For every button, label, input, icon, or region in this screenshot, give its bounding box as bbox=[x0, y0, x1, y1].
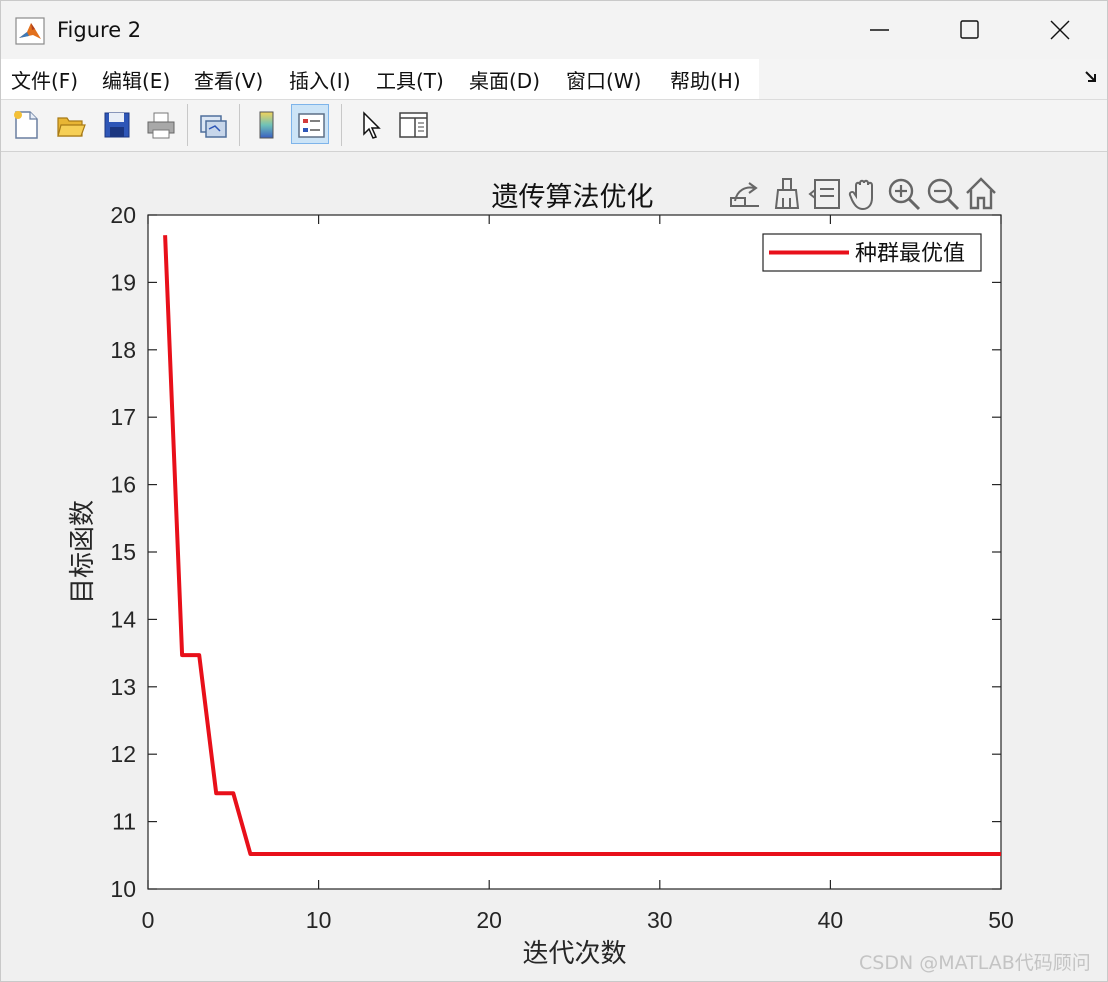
plot-area bbox=[148, 215, 1001, 889]
save-button[interactable] bbox=[97, 104, 135, 144]
pointer-button[interactable] bbox=[351, 104, 389, 144]
menu-bar-filler bbox=[759, 59, 1107, 99]
minimize-button[interactable] bbox=[835, 1, 925, 59]
maximize-icon bbox=[960, 20, 979, 39]
colorbar-button[interactable] bbox=[247, 104, 285, 144]
x-tick-label: 20 bbox=[476, 907, 502, 933]
figure-canvas[interactable]: 0 10 20 30 40 50 10 11 12 13 14 15 16 17 18 19 20 遗传算法优化迭… bbox=[1, 152, 1107, 981]
menu-view[interactable]: 查看(V) bbox=[194, 65, 263, 94]
new-figure-icon bbox=[14, 111, 38, 139]
close-button[interactable] bbox=[1015, 1, 1105, 59]
window-title: Figure 2 bbox=[57, 18, 142, 42]
x-tick-label: 40 bbox=[818, 907, 844, 933]
menu-desktop[interactable]: 桌面(D) bbox=[469, 65, 540, 94]
link-plot-button[interactable] bbox=[193, 104, 231, 144]
y-tick-label: 20 bbox=[110, 202, 136, 228]
matlab-logo-icon bbox=[15, 17, 45, 45]
y-tick-label: 16 bbox=[110, 472, 136, 498]
toolbar-separator bbox=[341, 104, 342, 146]
dock-figure-icon[interactable] bbox=[1083, 69, 1099, 89]
new-figure-button[interactable] bbox=[7, 104, 45, 144]
maximize-button[interactable] bbox=[925, 1, 1015, 59]
menu-edit[interactable]: 编辑(E) bbox=[102, 65, 170, 94]
y-tick-label: 11 bbox=[112, 809, 136, 835]
x-tick-label: 30 bbox=[647, 907, 673, 933]
legend-icon bbox=[298, 113, 325, 138]
open-file-button[interactable] bbox=[51, 104, 89, 144]
property-inspector-button[interactable] bbox=[393, 104, 431, 144]
toolbar-separator bbox=[187, 104, 188, 146]
legend-label: 种群最优值 bbox=[855, 242, 965, 267]
menu-help[interactable]: 帮助(H) bbox=[670, 65, 741, 94]
menu-file[interactable]: 文件(F) bbox=[11, 65, 78, 94]
minimize-icon bbox=[870, 29, 889, 31]
x-axis-label: 迭代次数 bbox=[522, 939, 626, 969]
legend-button[interactable] bbox=[291, 104, 329, 144]
open-file-icon bbox=[57, 117, 86, 137]
print-button[interactable] bbox=[141, 104, 179, 144]
watermark-text: CSDN @MATLAB代码顾问 bbox=[859, 952, 1091, 974]
y-tick-label: 12 bbox=[110, 741, 136, 767]
colorbar-icon bbox=[259, 111, 274, 139]
menu-bar: 文件(F) 编辑(E) 查看(V) 插入(I) 工具(T) 桌面(D) 窗口(W… bbox=[1, 59, 1107, 100]
figure-window: Figure 2 文件(F) 编辑(E) 查看(V) 插入(I) 工具(T) 桌… bbox=[0, 0, 1108, 982]
x-tick-label: 50 bbox=[988, 907, 1014, 933]
print-icon bbox=[147, 112, 175, 139]
link-plot-icon bbox=[200, 115, 227, 138]
menu-insert[interactable]: 插入(I) bbox=[289, 65, 351, 94]
y-tick-label: 13 bbox=[110, 674, 136, 700]
chart-title: 遗传算法优化 bbox=[492, 182, 654, 213]
y-tick-label: 15 bbox=[110, 539, 136, 565]
y-tick-label: 10 bbox=[110, 876, 136, 902]
property-inspector-icon bbox=[399, 112, 428, 138]
x-tick-label: 10 bbox=[306, 907, 332, 933]
line-chart[interactable]: 0 10 20 30 40 501011121314151617181920遗传算法优化迭… bbox=[1, 152, 1107, 981]
title-bar[interactable]: Figure 2 bbox=[1, 1, 1107, 59]
toolbar-separator bbox=[239, 104, 240, 146]
y-tick-label: 17 bbox=[110, 404, 136, 430]
y-axis-label: 目标函数 bbox=[68, 500, 98, 604]
y-tick-label: 14 bbox=[110, 606, 136, 632]
x-tick-label: 0 bbox=[142, 907, 155, 933]
menu-tools[interactable]: 工具(T) bbox=[376, 65, 444, 94]
y-tick-label: 19 bbox=[110, 269, 136, 295]
pointer-icon bbox=[363, 111, 381, 139]
menu-window[interactable]: 窗口(W) bbox=[566, 65, 641, 94]
y-tick-label: 18 bbox=[110, 337, 136, 363]
close-icon bbox=[1050, 20, 1070, 40]
figure-toolbar bbox=[1, 100, 1107, 152]
save-icon bbox=[104, 112, 130, 138]
